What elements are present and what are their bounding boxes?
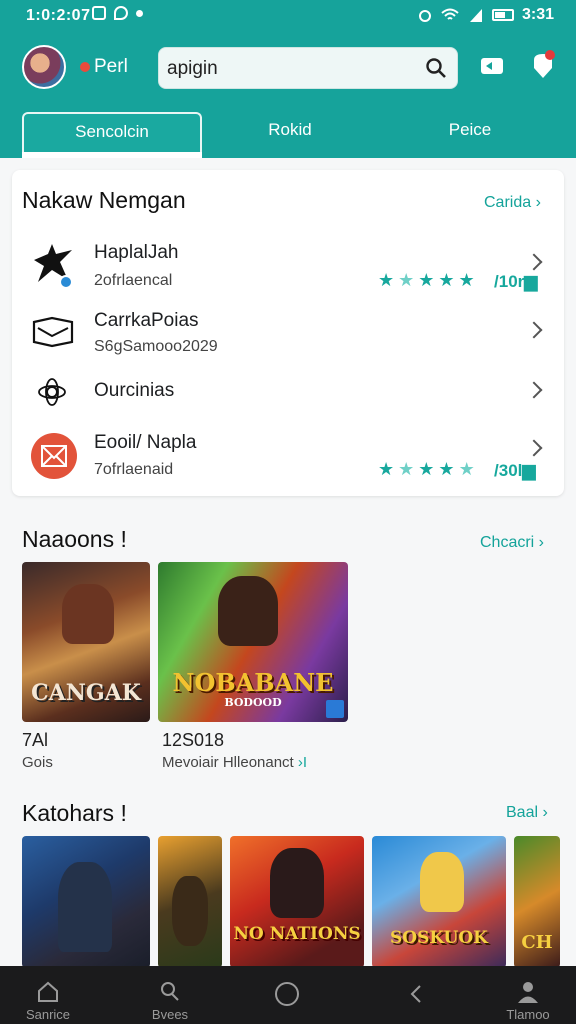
- home-icon: [38, 981, 58, 1002]
- section-title-2: Naaoons !: [22, 526, 127, 552]
- rating-value-text: 30l: [498, 461, 523, 480]
- game-thumbnail[interactable]: NO NATIONS: [230, 836, 364, 968]
- rating-value-text: 10r: [498, 272, 525, 291]
- dot-notif-icon: [136, 10, 143, 17]
- game-art-title: NOBABANE: [172, 668, 334, 697]
- game-art-title: CH: [521, 932, 553, 953]
- rating-value: /10r▆: [494, 272, 538, 291]
- character-art: [172, 876, 208, 946]
- tab-bar: Sencolcin Rokid Peice: [0, 112, 576, 158]
- search-icon: [161, 982, 179, 1001]
- gear-atom-icon: [38, 378, 66, 406]
- nav-profile[interactable]: Tlamoo: [480, 966, 576, 1024]
- app-title: Perl: [80, 56, 128, 78]
- section-link-2-text[interactable]: Chcacri: [480, 534, 534, 551]
- section-link-3-text[interactable]: Baal: [506, 804, 538, 821]
- section-link-2[interactable]: Chcacri ›: [480, 534, 544, 552]
- search-icon[interactable]: [425, 57, 447, 79]
- section-title-1: Nakaw Nemgan: [22, 187, 186, 213]
- item-title: Ourcinias: [94, 380, 175, 401]
- status-clock: 3:31: [521, 6, 554, 23]
- section-title-3-text: Katohars: [22, 800, 115, 826]
- tab-rokid[interactable]: Rokid: [200, 112, 380, 154]
- nav-home[interactable]: Sanrice: [0, 966, 96, 1024]
- tab-peice[interactable]: Peice: [380, 112, 560, 154]
- signal-icon: [469, 9, 482, 22]
- back-icon: [410, 985, 421, 1003]
- star-rating: ★★★★★: [378, 459, 479, 479]
- game-name: 12S018: [162, 730, 225, 750]
- section-title-3: Katohars !: [22, 800, 127, 826]
- item-subtitle: 7ofrlaenaid: [94, 461, 174, 478]
- system-icons: 3:31: [418, 6, 554, 24]
- mail-badge-icon: [31, 433, 77, 479]
- pin-icon: [80, 62, 90, 72]
- nav-label: Bvees: [151, 1007, 189, 1022]
- wifi-icon: [441, 8, 459, 20]
- ninja-icon: [34, 244, 73, 288]
- character-art: [420, 852, 464, 912]
- nav-search[interactable]: Bvees: [122, 966, 218, 1024]
- book-icon: [32, 316, 74, 348]
- status-time: 1:0:2:07: [26, 7, 91, 24]
- section-link-1-text[interactable]: Carida: [484, 194, 531, 211]
- character-art: [218, 576, 278, 646]
- person-icon: [518, 982, 538, 1003]
- item-subtitle: 2ofrlaencal: [94, 272, 173, 289]
- message-icon[interactable]: [478, 52, 506, 80]
- section-link-3[interactable]: Baal ›: [506, 804, 548, 822]
- game-thumbnail[interactable]: [158, 836, 222, 968]
- section-title-2-text: Naaoons: [22, 526, 115, 552]
- alarm-icon: [418, 10, 431, 22]
- item-title: HaplalJah: [94, 242, 179, 263]
- tab-sencolcin[interactable]: Sencolcin: [22, 112, 202, 158]
- game-art-title: SOSKUOK: [390, 928, 488, 948]
- status-bar: 1:0:2:07 3:31: [0, 0, 576, 32]
- nav-label: Tlamoo: [506, 1007, 550, 1022]
- game-name: 7Al: [22, 730, 49, 750]
- game-thumbnail[interactable]: CANGAK: [22, 562, 150, 722]
- character-art: [62, 584, 114, 644]
- game-thumbnail[interactable]: SOSKUOK: [372, 836, 506, 968]
- app-header: 1:0:2:07 3:31 Perl apigin Sencolcin Roki…: [0, 0, 576, 158]
- bottom-navigation: Sanrice Bvees Tlamoo: [0, 966, 576, 1024]
- badge-icon: [326, 700, 344, 718]
- search-value[interactable]: apigin: [167, 58, 218, 80]
- character-art: [58, 862, 112, 952]
- game-thumbnail[interactable]: [22, 836, 150, 968]
- game-subtitle: Gois: [22, 754, 53, 771]
- game-thumbnail[interactable]: NOBABANE BODOOD: [158, 562, 348, 722]
- nav-back-button[interactable]: [368, 966, 464, 1024]
- game-thumbnail[interactable]: CH: [514, 836, 560, 968]
- item-title: Eooil/ Napla: [94, 432, 197, 453]
- game-art-subtitle: BODOOD: [224, 696, 282, 709]
- game-art-title: NO NATIONS: [233, 924, 361, 944]
- search-input[interactable]: apigin: [158, 47, 458, 89]
- star-rating: ★★★★★: [378, 270, 479, 290]
- game-art-title: CANGAK: [31, 680, 141, 706]
- item-subtitle: S6gSamooo2029: [94, 338, 218, 355]
- game-subtitle: Mevoiair Hlleonanct ›I: [162, 754, 308, 771]
- item-title: CarrkaPoias: [94, 310, 199, 331]
- nav-label: Sanrice: [25, 1007, 71, 1022]
- image-notif-icon: [92, 6, 106, 20]
- notification-icons: [92, 6, 143, 20]
- battery-icon: [491, 9, 514, 21]
- nav-home-button[interactable]: [240, 966, 336, 1024]
- app-title-text: Perl: [94, 56, 128, 77]
- shield-notif-icon: [114, 6, 128, 20]
- avatar[interactable]: [22, 45, 66, 89]
- section-link-1[interactable]: Carida ›: [484, 194, 541, 212]
- rating-value: /30l▆: [494, 461, 536, 480]
- notification-badge: [545, 50, 555, 60]
- game-subtitle-text: Mevoiair Hlleonanct: [162, 754, 294, 771]
- character-art: [270, 848, 324, 918]
- circle-icon: [275, 982, 299, 1006]
